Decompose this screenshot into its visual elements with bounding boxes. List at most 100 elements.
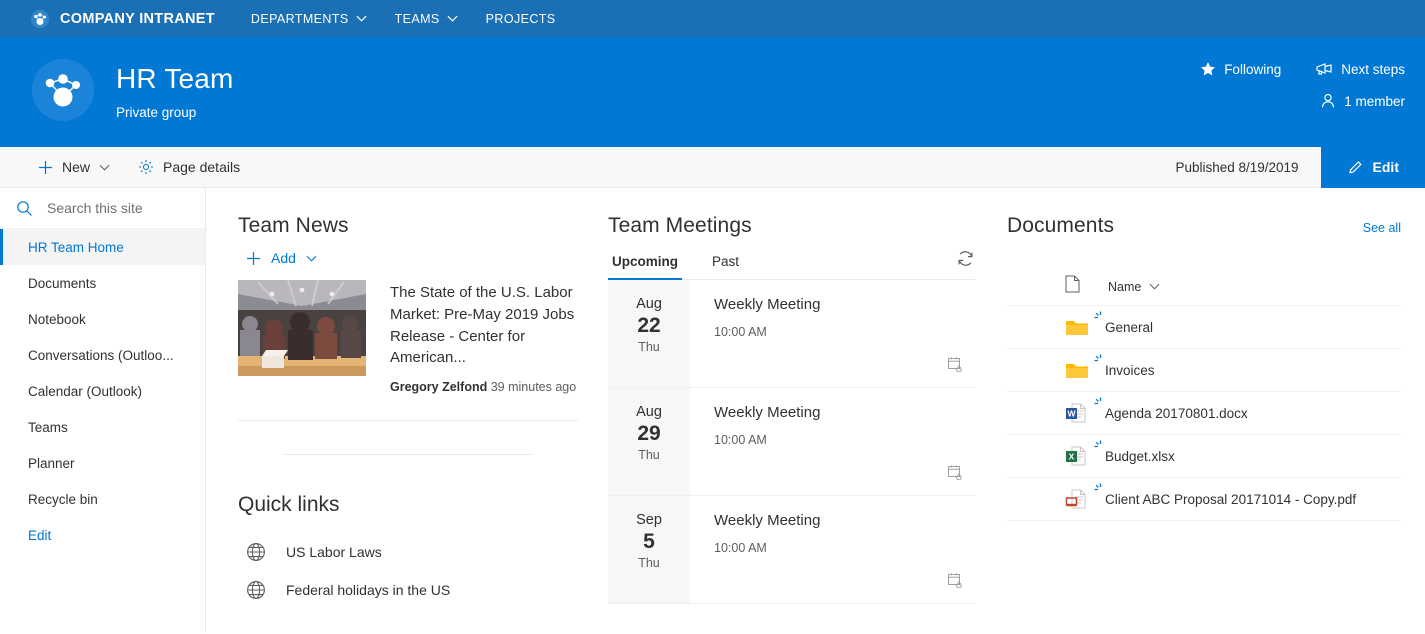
sidebar-item-label: Planner [28, 455, 75, 471]
meeting-month: Sep [636, 512, 662, 528]
document-row[interactable]: Client ABC Proposal 20171014 - Copy.pdf [1007, 478, 1401, 521]
tab-past[interactable]: Past [708, 248, 743, 279]
topnav-item-projects[interactable]: PROJECTS [472, 0, 570, 37]
new-badge-icon [1094, 483, 1102, 490]
meeting-time: 10:00 AM [714, 433, 767, 447]
sidebar-item-label: Documents [28, 275, 97, 291]
meeting-row[interactable]: Aug 29 Thu Weekly Meeting 10:00 AM [608, 388, 975, 496]
page-details-button[interactable]: Page details [126, 152, 252, 182]
topnav-label: DEPARTMENTS [250, 11, 349, 26]
following-button[interactable]: Following [1194, 57, 1287, 81]
sidebar-item-edit[interactable]: Edit [0, 517, 205, 553]
new-badge-icon [1094, 354, 1102, 361]
search-box[interactable] [0, 188, 205, 229]
new-label: New [62, 159, 91, 175]
news-time: 39 minutes ago [490, 380, 577, 394]
following-label: Following [1224, 61, 1282, 77]
sidebar-item-recycle-bin[interactable]: Recycle bin [0, 481, 205, 517]
meeting-month: Aug [636, 404, 662, 420]
meeting-title: Weekly Meeting [714, 296, 821, 313]
brand-title[interactable]: COMPANY INTRANET [60, 11, 215, 27]
section-divider-inset [282, 454, 534, 455]
sidebar-item-label: Conversations (Outloo... [28, 347, 174, 363]
svg-text:X: X [1069, 452, 1075, 462]
edit-button[interactable]: Edit [1320, 146, 1425, 188]
new-button[interactable]: New [26, 152, 122, 182]
meeting-month: Aug [636, 296, 662, 312]
meetings-tabs: Upcoming Past [608, 248, 975, 280]
documents-webpart: Documents See all Name General Invoices … [1001, 188, 1425, 633]
topnav-item-departments[interactable]: DEPARTMENTS [237, 0, 381, 37]
sidebar-item-hr-team-home[interactable]: HR Team Home [0, 229, 205, 265]
column-header-label: Name [1108, 279, 1142, 294]
topnav-label: PROJECTS [485, 11, 556, 26]
document-name: Client ABC Proposal 20171014 - Copy.pdf [1094, 483, 1356, 507]
new-badge-icon [1094, 311, 1102, 318]
topnav-item-teams[interactable]: TEAMS [381, 0, 472, 37]
topnav-label: TEAMS [394, 11, 440, 26]
section-divider [238, 420, 578, 421]
sidebar-item-notebook[interactable]: Notebook [0, 301, 205, 337]
tab-upcoming[interactable]: Upcoming [608, 248, 682, 280]
folder-icon [1065, 318, 1091, 337]
news-headline: The State of the U.S. Labor Market: Pre-… [390, 284, 575, 367]
sidebar-item-planner[interactable]: Planner [0, 445, 205, 481]
excel-icon: X [1065, 446, 1091, 466]
top-suite-nav: COMPANY INTRANET DEPARTMENTS TEAMS PROJE… [0, 0, 1425, 37]
sidebar-item-label: HR Team Home [28, 239, 124, 255]
meeting-date: Sep 5 Thu [608, 496, 690, 603]
document-row[interactable]: W Agenda 20170801.docx [1007, 392, 1401, 435]
sidebar-item-conversations[interactable]: Conversations (Outloo... [0, 337, 205, 373]
search-icon [17, 200, 32, 216]
quicklink-us-labor-laws[interactable]: US Labor Laws [238, 533, 578, 571]
meeting-row[interactable]: Aug 22 Thu Weekly Meeting 10:00 AM [608, 280, 975, 388]
sidebar-item-label: Teams [28, 419, 68, 435]
company-logo-icon [30, 9, 50, 29]
document-row[interactable]: General [1007, 306, 1401, 349]
sidebar-item-calendar[interactable]: Calendar (Outlook) [0, 373, 205, 409]
next-steps-button[interactable]: Next steps [1309, 58, 1411, 81]
folder-icon [1065, 361, 1091, 380]
plus-icon [39, 160, 52, 174]
site-title: HR Team [116, 63, 234, 94]
column-header-name[interactable]: Name [1108, 280, 1160, 294]
search-input[interactable] [47, 200, 182, 216]
quicklink-federal-holidays[interactable]: Federal holidays in the US [238, 571, 578, 609]
site-header: HR Team Private group Following Next ste [0, 37, 1425, 147]
chevron-down-icon [356, 15, 367, 22]
sidebar-item-teams[interactable]: Teams [0, 409, 205, 445]
document-row[interactable]: X Budget.xlsx [1007, 435, 1401, 478]
chevron-down-icon [306, 255, 317, 262]
megaphone-icon [1316, 63, 1332, 75]
members-label: 1 member [1344, 93, 1405, 109]
sidebar-item-documents[interactable]: Documents [0, 265, 205, 301]
chevron-down-icon [99, 164, 110, 171]
members-button[interactable]: 1 member [1314, 89, 1411, 113]
tab-label: Upcoming [612, 254, 678, 269]
document-name: Budget.xlsx [1094, 440, 1175, 464]
quicklink-label: Federal holidays in the US [286, 582, 451, 598]
see-all-link[interactable]: See all [1363, 221, 1417, 235]
meeting-time: 10:00 AM [714, 541, 767, 555]
news-item[interactable]: The State of the U.S. Labor Market: Pre-… [238, 280, 578, 394]
tab-label: Past [712, 254, 740, 269]
document-row[interactable]: Invoices [1007, 349, 1401, 392]
refresh-button[interactable] [956, 249, 975, 279]
chevron-down-icon [447, 15, 458, 22]
star-filled-icon [1201, 62, 1216, 76]
news-meta: Gregory Zelfond 39 minutes ago [390, 380, 578, 394]
new-badge-icon [1094, 397, 1102, 404]
pdf-icon [1065, 489, 1091, 509]
document-name: General [1094, 311, 1153, 335]
meeting-weekday: Thu [638, 448, 660, 462]
word-icon: W [1065, 403, 1091, 423]
page-canvas: Team News Add The State of the U.S. Labo… [206, 188, 1425, 633]
add-label: Add [271, 250, 296, 266]
meeting-title: Weekly Meeting [714, 512, 821, 529]
meeting-day: 5 [643, 530, 655, 553]
add-news-button[interactable]: Add [238, 246, 330, 270]
recurring-calendar-icon [947, 572, 963, 593]
svg-text:W: W [1067, 409, 1076, 419]
meeting-row[interactable]: Sep 5 Thu Weekly Meeting 10:00 AM [608, 496, 975, 604]
site-subtitle: Private group [116, 105, 197, 120]
